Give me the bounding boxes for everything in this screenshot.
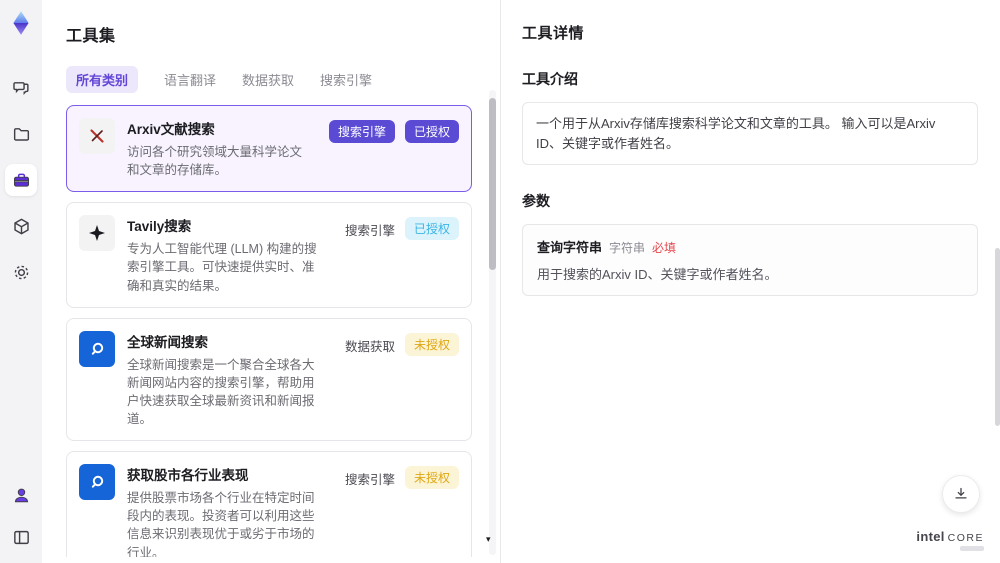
tab-1[interactable]: 语言翻译 [164,66,216,93]
auth-status-badge: 未授权 [404,332,459,356]
category-tag: 搜索引擎 [344,473,395,488]
tool-tags: 数据获取 未授权 [345,331,459,429]
tool-card-2[interactable]: 全球新闻搜索全球新闻搜索是一个聚合全球各大新闻网站内容的搜索引擎，帮助用户快速获… [66,317,472,442]
tool-details-panel: 工具详情 工具介绍 一个用于从Arxiv存储库搜索科学论文和文章的工具。 输入可… [502,0,1000,563]
tool-tags: 搜索引擎 已授权 [328,118,459,179]
left-rail [0,0,42,563]
tool-text: 全球新闻搜索全球新闻搜索是一个聚合全球各大新闻网站内容的搜索引擎，帮助用户快速获… [127,331,333,429]
chat-icon[interactable] [5,72,37,104]
toolbox-icon[interactable] [5,164,37,196]
page-title: 工具集 [66,28,116,45]
tool-text: 获取股市各行业表现提供股票市场各个行业在特定时间段内的表现。投资者可以利用这些信… [127,464,333,557]
tool-card-0[interactable]: Arxiv文献搜索 访问各个研究领域大量科学论文和文章的存储库。 搜索引擎 已授权 [66,105,472,193]
category-tag: 搜索引擎 [344,224,395,239]
rail-bottom [5,479,37,553]
tab-3[interactable]: 搜索引擎 [320,66,372,93]
collapse-sidebar-icon[interactable] [5,521,37,553]
core-wordmark: CORE [947,532,984,544]
tool-name: Arxiv文献搜索 [127,122,215,137]
core-sublabel-decoration [960,546,984,551]
star-icon [79,215,115,252]
parameter-header: 查询字符串 字符串 必填 [537,237,963,256]
scroll-down-arrow-icon[interactable]: ▾ [486,534,491,545]
tool-description: 专为人工智能代理 (LLM) 构建的搜索引擎工具。可快速提供实时、准确和真实的结… [127,242,317,293]
intel-core-logo: intel CORE [916,529,984,551]
page-scrollbar-thumb[interactable] [995,248,1000,426]
user-icon[interactable] [5,479,37,511]
arxiv-icon [79,118,115,154]
category-tag: 搜索引擎 [328,120,395,143]
tool-card-1[interactable]: Tavily搜索专为人工智能代理 (LLM) 构建的搜索引擎工具。可快速提供实时… [66,202,472,308]
app-logo-diamond-icon [6,8,36,38]
tool-name: Tavily搜索 [127,219,192,235]
tool-tags: 搜索引擎 已授权 [345,215,459,294]
tool-list: Arxiv文献搜索 访问各个研究领域大量科学论文和文章的存储库。 搜索引擎 已授权 Ta… [66,105,500,557]
tab-0[interactable]: 所有类别 [66,66,139,93]
tool-description: 访问各个研究领域大量科学论文和文章的存储库。 [127,145,303,178]
auth-status-badge: 未授权 [404,466,459,490]
parameter-name: 查询字符串 [537,240,603,255]
list-scrollbar-thumb[interactable] [489,98,496,270]
rail-nav [5,72,37,288]
parameter-description: 用于搜索的Arxiv ID、关键字或作者姓名。 [537,267,778,282]
category-tabs: 所有类别 语言翻译 数据获取 搜索引擎 [66,66,500,93]
search-app-icon [79,330,115,367]
folder-icon[interactable] [5,118,37,150]
gear-icon[interactable] [5,256,37,288]
details-title: 工具详情 [522,25,585,42]
tool-name: 全球新闻搜索 [127,334,208,350]
search-app-icon [79,464,115,501]
tool-description: 提供股票市场各个行业在特定时间段内的表现。投资者可以利用这些信息来识别表现优于或… [127,491,315,557]
params-heading: 参数 [522,193,550,209]
intel-wordmark: intel [916,529,945,544]
download-button[interactable] [942,475,980,513]
tab-2[interactable]: 数据获取 [242,66,294,93]
intro-heading: 工具介绍 [522,71,578,87]
tools-panel: 工具集 所有类别 语言翻译 数据获取 搜索引擎 Arxiv文献搜索 访问各个研究领域大量… [42,0,501,563]
auth-status-badge: 已授权 [404,120,459,143]
tool-name: 获取股市各行业表现 [127,468,249,484]
category-tag: 数据获取 [344,339,395,354]
cube-icon[interactable] [5,210,37,242]
parameter-type: 字符串 [609,241,646,255]
app-window: 工具集 所有类别 语言翻译 数据获取 搜索引擎 Arxiv文献搜索 访问各个研究领域大量… [0,0,1000,563]
list-scrollbar[interactable] [489,90,496,555]
tool-text: Tavily搜索专为人工智能代理 (LLM) 构建的搜索引擎工具。可快速提供实时… [127,215,333,294]
tool-card-3[interactable]: 获取股市各行业表现提供股票市场各个行业在特定时间段内的表现。投资者可以利用这些信… [66,451,472,557]
tool-description: 全球新闻搜索是一个聚合全球各大新闻网站内容的搜索引擎，帮助用户快速获取全球最新资… [127,357,315,426]
tool-tags: 搜索引擎 未授权 [345,464,459,557]
intro-text-box: 一个用于从Arxiv存储库搜索科学论文和文章的工具。 输入可以是Arxiv ID… [522,102,978,165]
tool-text: Arxiv文献搜索访问各个研究领域大量科学论文和文章的存储库。 [127,118,317,179]
parameter-card: 查询字符串 字符串 必填 用于搜索的Arxiv ID、关键字或作者姓名。 [522,224,978,296]
parameter-required-badge: 必填 [652,241,677,255]
auth-status-badge: 已授权 [404,217,459,241]
